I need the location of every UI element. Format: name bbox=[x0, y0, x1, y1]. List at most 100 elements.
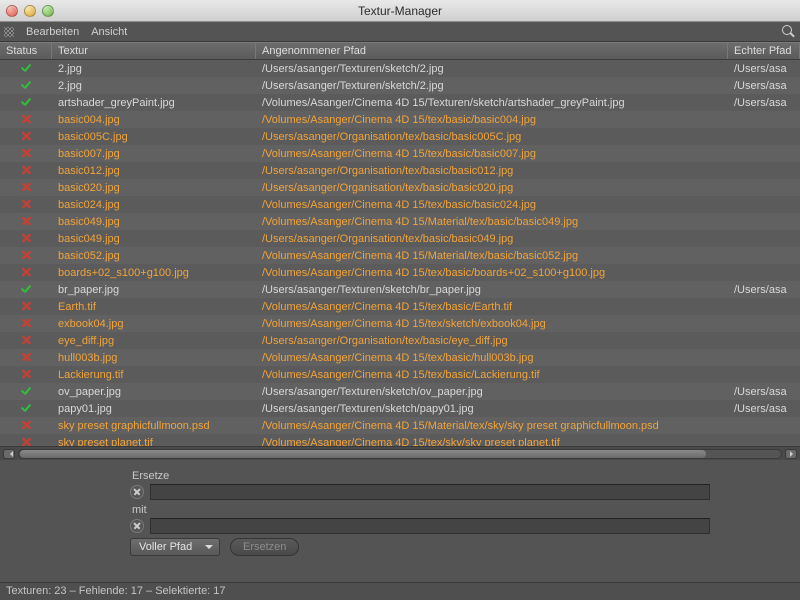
texture-cell: 2.jpg bbox=[52, 62, 256, 76]
table-row[interactable]: basic020.jpg/Users/asanger/Organisation/… bbox=[0, 179, 800, 196]
table-row[interactable]: basic012.jpg/Users/asanger/Organisation/… bbox=[0, 162, 800, 179]
x-icon bbox=[21, 148, 32, 159]
x-icon bbox=[21, 335, 32, 346]
texture-cell: br_paper.jpg bbox=[52, 283, 256, 297]
status-cell bbox=[0, 436, 52, 446]
table-row[interactable]: sky preset planet.tif/Volumes/Asanger/Ci… bbox=[0, 434, 800, 446]
assumed-path-cell: /Users/asanger/Organisation/tex/basic/ba… bbox=[256, 164, 728, 178]
assumed-path-cell: /Volumes/Asanger/Cinema 4D 15/tex/basic/… bbox=[256, 300, 728, 314]
table-row[interactable]: basic007.jpg/Volumes/Asanger/Cinema 4D 1… bbox=[0, 145, 800, 162]
table-row[interactable]: basic052.jpg/Volumes/Asanger/Cinema 4D 1… bbox=[0, 247, 800, 264]
assumed-path-cell: /Users/asanger/Organisation/tex/basic/ba… bbox=[256, 181, 728, 195]
real-path-cell bbox=[728, 340, 800, 342]
texture-cell: basic004.jpg bbox=[52, 113, 256, 127]
dropdown-label: Voller Pfad bbox=[139, 541, 192, 553]
real-path-cell bbox=[728, 425, 800, 427]
assumed-path-cell: /Volumes/Asanger/Cinema 4D 15/tex/basic/… bbox=[256, 351, 728, 365]
texture-cell: hull003b.jpg bbox=[52, 351, 256, 365]
table-row[interactable]: 2.jpg/Users/asanger/Texturen/sketch/2.jp… bbox=[0, 77, 800, 94]
scroll-right-icon[interactable] bbox=[785, 449, 797, 459]
table-header: Status Textur Angenommener Pfad Echter P… bbox=[0, 42, 800, 60]
x-icon bbox=[21, 199, 32, 210]
status-cell bbox=[0, 368, 52, 381]
table-row[interactable]: basic024.jpg/Volumes/Asanger/Cinema 4D 1… bbox=[0, 196, 800, 213]
scroll-track[interactable] bbox=[18, 449, 782, 459]
status-cell bbox=[0, 232, 52, 245]
horizontal-scrollbar[interactable] bbox=[0, 446, 800, 460]
scroll-thumb[interactable] bbox=[20, 450, 706, 458]
clear-replace-icon[interactable] bbox=[130, 485, 144, 499]
assumed-path-cell: /Users/asanger/Organisation/tex/basic/ba… bbox=[256, 232, 728, 246]
texture-table: Status Textur Angenommener Pfad Echter P… bbox=[0, 42, 800, 460]
table-row[interactable]: hull003b.jpg/Volumes/Asanger/Cinema 4D 1… bbox=[0, 349, 800, 366]
real-path-cell bbox=[728, 255, 800, 257]
assumed-path-cell: /Users/asanger/Texturen/sketch/br_paper.… bbox=[256, 283, 728, 297]
titlebar: Textur-Manager bbox=[0, 0, 800, 22]
x-icon bbox=[21, 437, 32, 446]
x-icon bbox=[21, 233, 32, 244]
assumed-path-cell: /Volumes/Asanger/Cinema 4D 15/Material/t… bbox=[256, 419, 728, 433]
path-mode-dropdown[interactable]: Voller Pfad bbox=[130, 538, 220, 556]
col-status[interactable]: Status bbox=[0, 43, 52, 59]
assumed-path-cell: /Volumes/Asanger/Cinema 4D 15/tex/basic/… bbox=[256, 147, 728, 161]
table-row[interactable]: eye_diff.jpg/Users/asanger/Organisation/… bbox=[0, 332, 800, 349]
with-input[interactable] bbox=[150, 518, 710, 534]
real-path-cell: /Users/asa bbox=[728, 385, 800, 399]
table-row[interactable]: boards+02_s100+g100.jpg/Volumes/Asanger/… bbox=[0, 264, 800, 281]
table-row[interactable]: basic049.jpg/Users/asanger/Organisation/… bbox=[0, 230, 800, 247]
x-icon bbox=[21, 301, 32, 312]
real-path-cell: /Users/asa bbox=[728, 402, 800, 416]
real-path-cell: /Users/asa bbox=[728, 96, 800, 110]
menu-view[interactable]: Ansicht bbox=[91, 26, 127, 38]
col-texture[interactable]: Textur bbox=[52, 43, 256, 59]
real-path-cell bbox=[728, 374, 800, 376]
table-row[interactable]: artshader_greyPaint.jpg/Volumes/Asanger/… bbox=[0, 94, 800, 111]
texture-cell: basic049.jpg bbox=[52, 232, 256, 246]
table-row[interactable]: Earth.tif/Volumes/Asanger/Cinema 4D 15/t… bbox=[0, 298, 800, 315]
check-icon bbox=[20, 80, 32, 92]
search-icon[interactable] bbox=[782, 25, 796, 39]
texture-cell: basic012.jpg bbox=[52, 164, 256, 178]
replace-panel: Ersetze mit Voller Pfad Ersetzen bbox=[0, 460, 800, 562]
table-row[interactable]: Lackierung.tif/Volumes/Asanger/Cinema 4D… bbox=[0, 366, 800, 383]
real-path-cell bbox=[728, 119, 800, 121]
table-row[interactable]: basic049.jpg/Volumes/Asanger/Cinema 4D 1… bbox=[0, 213, 800, 230]
assumed-path-cell: /Volumes/Asanger/Cinema 4D 15/Texturen/s… bbox=[256, 96, 728, 110]
table-row[interactable]: br_paper.jpg/Users/asanger/Texturen/sket… bbox=[0, 281, 800, 298]
status-cell bbox=[0, 96, 52, 110]
table-row[interactable]: 2.jpg/Users/asanger/Texturen/sketch/2.jp… bbox=[0, 60, 800, 77]
scroll-left-icon[interactable] bbox=[3, 449, 15, 459]
x-icon bbox=[21, 420, 32, 431]
col-real-path[interactable]: Echter Pfad bbox=[728, 43, 800, 59]
status-cell bbox=[0, 402, 52, 416]
real-path-cell: /Users/asa bbox=[728, 79, 800, 93]
status-cell bbox=[0, 300, 52, 313]
table-row[interactable]: ov_paper.jpg/Users/asanger/Texturen/sket… bbox=[0, 383, 800, 400]
menu-edit[interactable]: Bearbeiten bbox=[26, 26, 79, 38]
table-row[interactable]: papy01.jpg/Users/asanger/Texturen/sketch… bbox=[0, 400, 800, 417]
table-row[interactable]: exbook04.jpg/Volumes/Asanger/Cinema 4D 1… bbox=[0, 315, 800, 332]
assumed-path-cell: /Volumes/Asanger/Cinema 4D 15/tex/sketch… bbox=[256, 317, 728, 331]
texture-cell: 2.jpg bbox=[52, 79, 256, 93]
real-path-cell bbox=[728, 323, 800, 325]
assumed-path-cell: /Users/asanger/Texturen/sketch/2.jpg bbox=[256, 79, 728, 93]
replace-input[interactable] bbox=[150, 484, 710, 500]
window-title: Textur-Manager bbox=[0, 4, 800, 18]
x-icon bbox=[21, 165, 32, 176]
col-assumed-path[interactable]: Angenommener Pfad bbox=[256, 43, 728, 59]
replace-button[interactable]: Ersetzen bbox=[230, 538, 299, 556]
status-cell bbox=[0, 334, 52, 347]
status-cell bbox=[0, 198, 52, 211]
status-cell bbox=[0, 266, 52, 279]
table-row[interactable]: basic004.jpg/Volumes/Asanger/Cinema 4D 1… bbox=[0, 111, 800, 128]
status-cell bbox=[0, 164, 52, 177]
table-row[interactable]: basic005C.jpg/Users/asanger/Organisation… bbox=[0, 128, 800, 145]
replace-label: Ersetze bbox=[132, 470, 800, 482]
texture-cell: eye_diff.jpg bbox=[52, 334, 256, 348]
clear-with-icon[interactable] bbox=[130, 519, 144, 533]
menubar: Bearbeiten Ansicht bbox=[0, 22, 800, 42]
status-cell bbox=[0, 249, 52, 262]
table-row[interactable]: sky preset graphicfullmoon.psd/Volumes/A… bbox=[0, 417, 800, 434]
assumed-path-cell: /Volumes/Asanger/Cinema 4D 15/tex/basic/… bbox=[256, 113, 728, 127]
texture-cell: sky preset planet.tif bbox=[52, 436, 256, 447]
